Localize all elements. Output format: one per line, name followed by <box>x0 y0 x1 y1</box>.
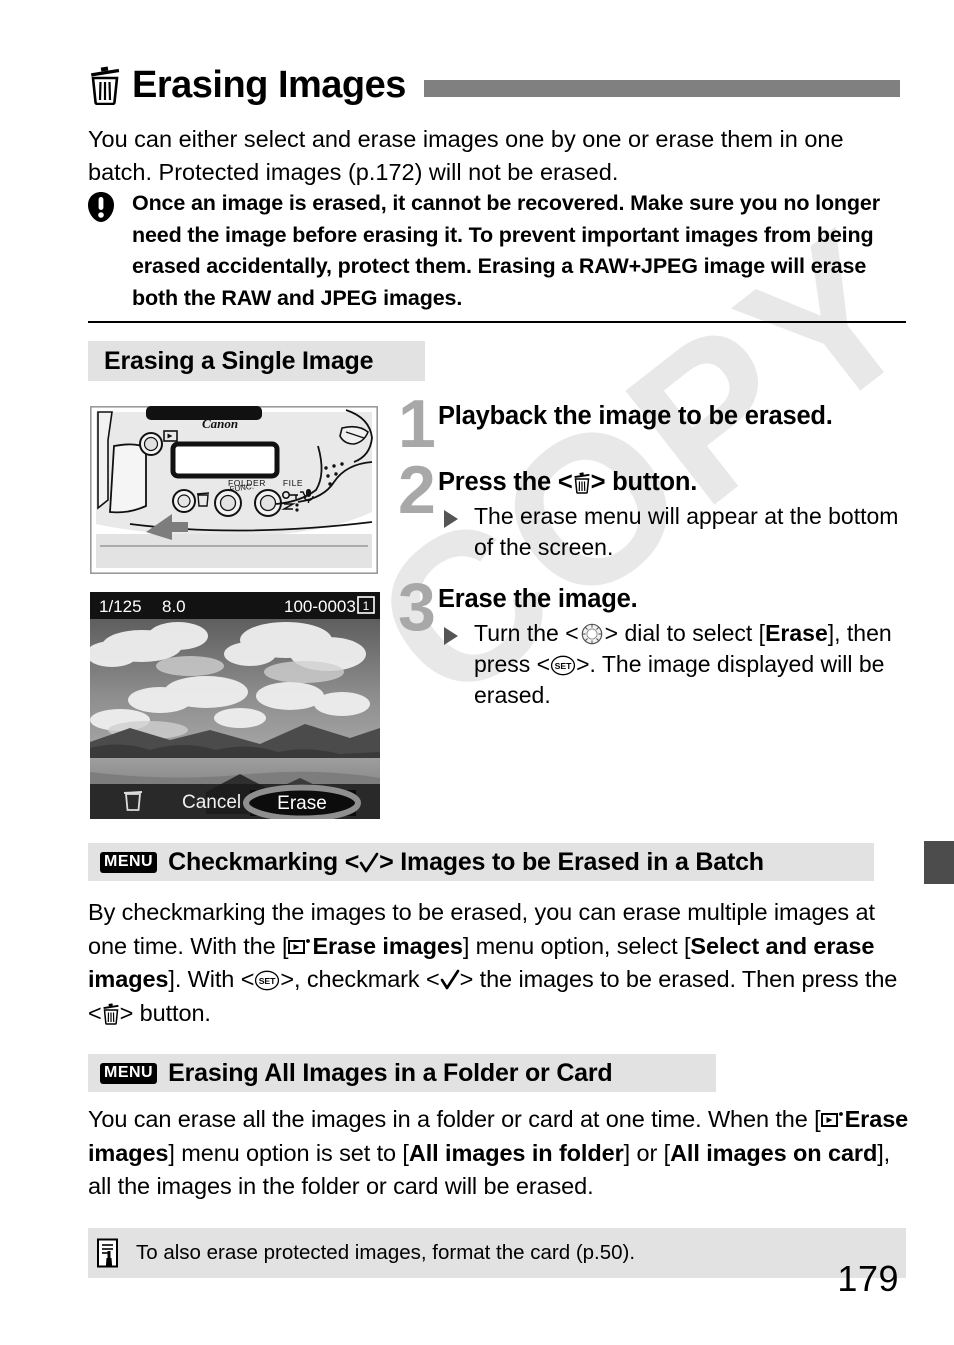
step-2-detail-text: The erase menu will appear at the bottom… <box>474 503 899 560</box>
playback-menu-icon <box>820 1112 843 1127</box>
lcd-file-number: 100-0003 <box>284 597 356 616</box>
note-text: To also erase protected images, format t… <box>136 1241 636 1264</box>
lcd-shutter-speed: 1/125 <box>99 597 142 616</box>
para-all-part-1: You can erase all the images in a folder… <box>88 1106 821 1132</box>
step-1-title: Playback the image to be erased. <box>438 402 833 430</box>
note-icon <box>97 1238 118 1268</box>
para-all-part-2: ] menu option is set to [ <box>168 1139 409 1166</box>
dial-icon <box>581 623 602 645</box>
para-all-part-3: ] or [ <box>623 1139 671 1166</box>
section-heading-single-image-label: Erasing a Single Image <box>104 346 374 375</box>
step-3: 3 Erase the image. Turn the < > dial to … <box>398 573 908 711</box>
section-heading-erase-all-label: Erasing All Images in a Folder or Card <box>168 1058 613 1087</box>
heading-before: Checkmarking < <box>168 847 360 876</box>
playback-menu-icon <box>288 938 311 954</box>
para-all-menu-option-3: All images on card <box>670 1139 878 1166</box>
set-icon: SET <box>255 970 280 991</box>
section-heading-checkmarking: MENU Checkmarking < > Images to be Erase… <box>88 843 874 881</box>
menu-badge-icon: MENU <box>100 1062 158 1084</box>
step-3-number: 3 <box>398 569 436 645</box>
lcd-card-badge: 1 <box>363 599 370 613</box>
trash-icon <box>574 472 590 494</box>
step-1: 1 Playback the image to be erased. <box>398 390 908 458</box>
para-check-part-2: ] menu option, select [ <box>462 932 691 959</box>
checkmark-icon <box>359 852 379 872</box>
svg-text:SET: SET <box>259 976 276 986</box>
para-check-part-3: ]. With < <box>168 966 255 992</box>
trash-icon <box>91 66 120 105</box>
lcd-playback-figure: 1/125 8.0 100-0003 1 Cancel Erase <box>90 592 380 819</box>
step-3-title: Erase the image. <box>438 585 638 613</box>
para-check-menu-option-1: Erase images <box>312 932 463 959</box>
step-2-title-after: > button. <box>590 468 698 496</box>
step-3-menu-option: Erase <box>765 620 828 646</box>
page-title-row: Erasing Images <box>88 62 900 108</box>
camera-brand-label: Canon <box>202 416 238 431</box>
page-title: Erasing Images <box>132 64 406 106</box>
checkmarking-paragraph: By checkmarking the images to be erased,… <box>88 896 910 1030</box>
step-2-detail: The erase menu will appear at the bottom… <box>438 501 908 563</box>
lcd-cancel-label: Cancel <box>182 792 241 813</box>
lcd-erase-label: Erase <box>277 793 327 814</box>
section-heading-single-image: Erasing a Single Image <box>88 341 425 381</box>
step-2-number: 2 <box>398 452 436 528</box>
camera-back-illustration: Canon FOLDER FILE FUNC. <box>90 406 378 574</box>
bullet-triangle-icon <box>444 510 458 528</box>
section-heading-checkmarking-label: Checkmarking < > Images to be Erased in … <box>168 848 764 877</box>
step-2-title: Press the < > button. <box>438 466 908 498</box>
title-rule <box>423 79 900 97</box>
checkmark-icon <box>440 969 459 990</box>
chapter-edge-tab <box>924 841 954 884</box>
bullet-triangle-icon <box>444 627 458 645</box>
step-2-title-before: Press the < <box>438 468 573 496</box>
step-3-detail-part-2: > dial to select [ <box>604 620 766 646</box>
caution-icon <box>88 192 114 222</box>
erase-all-paragraph: You can erase all the images in a folder… <box>88 1103 910 1204</box>
section-heading-erase-all: MENU Erasing All Images in a Folder or C… <box>88 1054 716 1092</box>
para-all-menu-option-2: All images in folder <box>408 1139 624 1166</box>
trash-icon <box>103 1002 119 1025</box>
menu-badge-icon: MENU <box>100 851 158 873</box>
note-box: To also erase protected images, format t… <box>88 1228 906 1278</box>
step-2: 2 Press the < > button. The erase menu w… <box>398 456 908 563</box>
camera-file-label: FILE <box>283 478 303 488</box>
set-icon: SET <box>550 655 576 676</box>
caution-block: Once an image is erased, it cannot be re… <box>88 188 906 314</box>
para-check-part-6: > button. <box>119 999 211 1026</box>
step-3-detail: Turn the < > dial to select [Erase], the… <box>438 618 908 711</box>
heading-after: > Images to be Erased in a Batch <box>379 847 764 876</box>
divider <box>88 321 906 323</box>
manual-page: COPY Erasing Images You can either selec… <box>0 0 954 1345</box>
para-check-part-4: >, checkmark < <box>280 966 440 992</box>
lcd-aperture: 8.0 <box>162 597 186 616</box>
page-number: 179 <box>837 1258 899 1299</box>
caution-text: Once an image is erased, it cannot be re… <box>132 191 880 310</box>
intro-paragraph: You can either select and erase images o… <box>88 126 844 185</box>
step-3-detail-part-1: Turn the < <box>474 620 579 646</box>
svg-text:SET: SET <box>555 661 573 671</box>
step-1-number: 1 <box>398 386 436 462</box>
